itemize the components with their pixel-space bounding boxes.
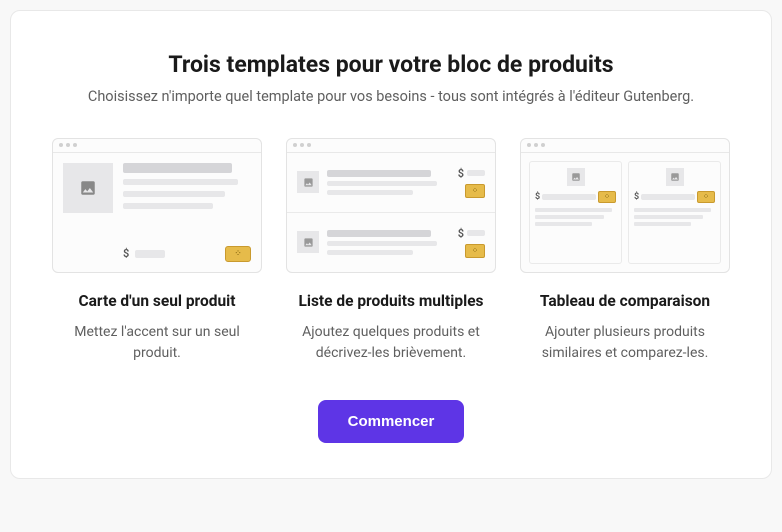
template-card-list[interactable]: $ ⁘ $ [286,138,496,365]
image-placeholder-icon [666,168,684,186]
template-desc-single: Mettez l'accent sur un seul produit. [52,322,262,365]
page-title: Trois templates pour votre bloc de produ… [41,51,741,78]
mock-titlebar [287,139,495,153]
mock-single-product: $ ⁘ [52,138,262,273]
template-card-compare[interactable]: $ ⁘ [520,138,730,365]
start-button[interactable]: Commencer [318,400,465,443]
cart-button-icon: ⁘ [465,184,485,198]
dollar-icon: $ [458,167,464,180]
image-placeholder-icon [297,231,319,253]
dollar-icon: $ [634,192,639,202]
template-card-single[interactable]: $ ⁘ Carte d'un seul produit Mettez l'acc… [52,138,262,365]
mock-product-list: $ ⁘ $ [286,138,496,273]
template-title-compare: Tableau de comparaison [540,291,710,312]
image-placeholder-icon [567,168,585,186]
cart-button-icon: ⁘ [598,191,616,203]
mock-titlebar [53,139,261,153]
template-title-list: Liste de produits multiples [298,291,483,312]
mock-comparison-table: $ ⁘ [520,138,730,273]
template-title-single: Carte d'un seul produit [78,291,235,312]
dollar-icon: $ [535,192,540,202]
image-placeholder-icon [297,171,319,193]
template-desc-list: Ajoutez quelques produits et décrivez-le… [286,322,496,365]
header: Trois templates pour votre bloc de produ… [41,51,741,108]
templates-panel: Trois templates pour votre bloc de produ… [10,10,772,479]
dollar-icon: $ [123,247,129,260]
dollar-icon: $ [458,227,464,240]
cart-button-icon: ⁘ [225,246,251,262]
cart-button-icon: ⁘ [465,244,485,258]
page-subtitle: Choisissez n'importe quel template pour … [41,86,741,108]
cta-row: Commencer [41,400,741,443]
mock-titlebar [521,139,729,153]
cart-button-icon: ⁘ [697,191,715,203]
template-cards: $ ⁘ Carte d'un seul produit Mettez l'acc… [41,138,741,365]
image-placeholder-icon [63,163,113,213]
template-desc-compare: Ajouter plusieurs produits similaires et… [520,322,730,365]
